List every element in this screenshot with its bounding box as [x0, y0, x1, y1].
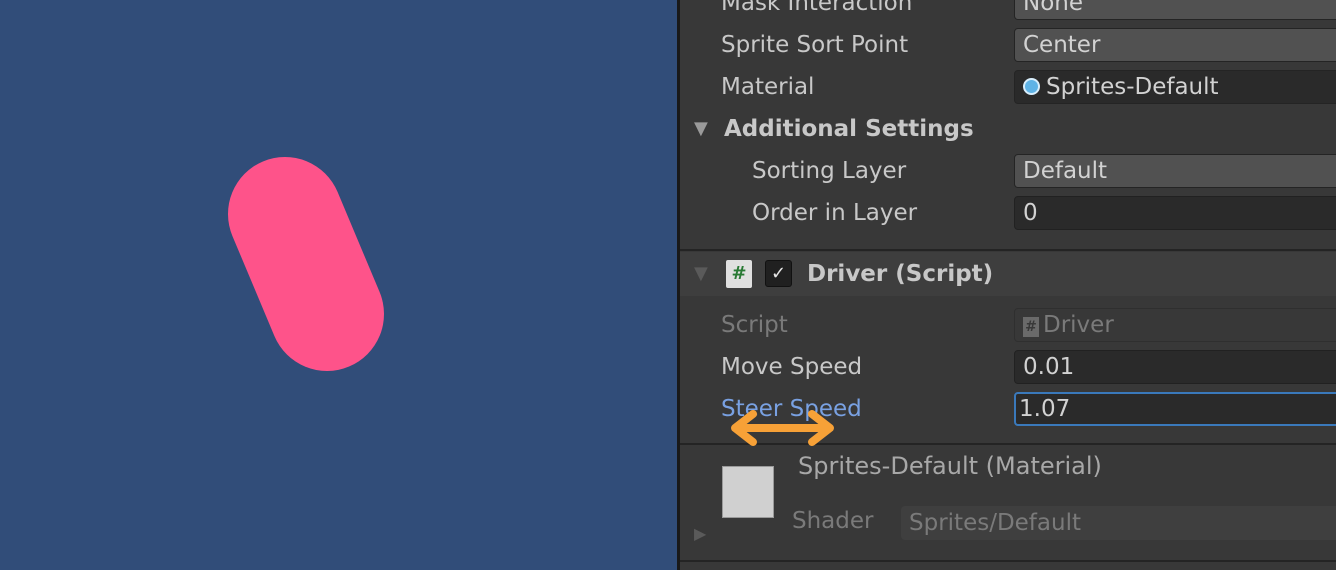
- material-object-field[interactable]: Sprites-Default: [1014, 70, 1336, 104]
- script-row: Script # Driver: [680, 304, 1336, 346]
- material-label: Material: [721, 74, 815, 100]
- horizontal-drag-arrow-icon: [731, 410, 834, 446]
- sprite-sort-point-dropdown[interactable]: Center: [1014, 28, 1336, 62]
- script-label: Script: [721, 312, 788, 338]
- order-in-layer-label: Order in Layer: [752, 200, 918, 226]
- additional-settings-title[interactable]: Additional Settings: [724, 108, 974, 150]
- scene-view[interactable]: [0, 0, 677, 570]
- material-preview-section: Sprites-Default (Material) Shader Sprite…: [680, 446, 1336, 560]
- driver-component-header[interactable]: ▼ # ✓ Driver (Script): [680, 252, 1336, 296]
- material-preview-title: Sprites-Default (Material): [798, 452, 1102, 480]
- material-preview-swatch: [722, 466, 774, 518]
- inspector-panel: Mask Interaction None Sprite Sort Point …: [680, 0, 1336, 570]
- foldout-collapsed-icon[interactable]: ▶: [694, 524, 706, 543]
- move-speed-input[interactable]: 0.01: [1014, 350, 1336, 384]
- component-separator: [680, 249, 1336, 251]
- sorting-layer-dropdown[interactable]: Default: [1014, 154, 1336, 188]
- mask-interaction-label: Mask Interaction: [721, 0, 913, 16]
- shader-dropdown: Sprites/Default: [901, 506, 1336, 540]
- script-file-icon: #: [1023, 317, 1039, 337]
- component-enabled-checkbox[interactable]: ✓: [765, 260, 792, 287]
- capsule-sprite[interactable]: [228, 156, 384, 372]
- mask-interaction-row: Mask Interaction None: [680, 0, 1336, 24]
- move-speed-row: Move Speed 0.01: [680, 346, 1336, 388]
- foldout-expanded-icon[interactable]: ▼: [694, 108, 708, 150]
- driver-component-title[interactable]: Driver (Script): [807, 252, 993, 296]
- material-sphere-icon: [1023, 78, 1040, 95]
- sprite-sort-point-label: Sprite Sort Point: [721, 32, 909, 58]
- script-object-field: # Driver: [1014, 308, 1336, 342]
- material-row: Material Sprites-Default: [680, 66, 1336, 108]
- script-file-icon: #: [726, 260, 752, 288]
- foldout-expanded-icon[interactable]: ▼: [694, 252, 708, 294]
- order-in-layer-input[interactable]: 0: [1014, 196, 1336, 230]
- script-value: Driver: [1043, 312, 1114, 338]
- sprite-sort-point-row: Sprite Sort Point Center: [680, 24, 1336, 66]
- sorting-layer-label: Sorting Layer: [752, 158, 907, 184]
- sorting-layer-row: Sorting Layer Default: [680, 150, 1336, 192]
- material-value: Sprites-Default: [1046, 74, 1219, 100]
- shader-label: Shader: [792, 508, 874, 534]
- move-speed-label[interactable]: Move Speed: [721, 346, 862, 388]
- bottom-separator: [680, 560, 1336, 562]
- steer-speed-input[interactable]: 1.07: [1014, 392, 1336, 426]
- order-in-layer-row: Order in Layer 0: [680, 192, 1336, 234]
- additional-settings-foldout[interactable]: ▼ Additional Settings: [680, 108, 1336, 150]
- mask-interaction-dropdown[interactable]: None: [1014, 0, 1336, 20]
